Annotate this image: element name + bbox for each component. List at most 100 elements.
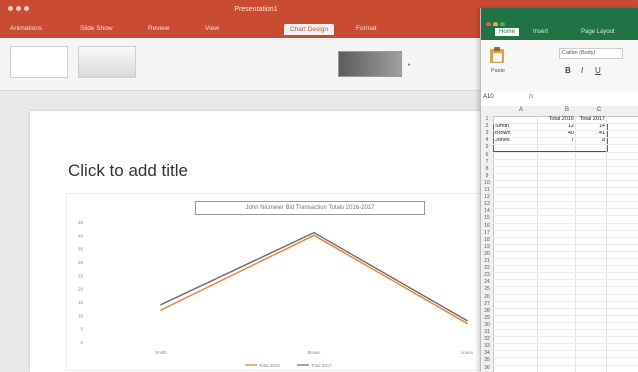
row-header-23[interactable]: 23 bbox=[481, 272, 493, 279]
row-header-18[interactable]: 18 bbox=[481, 237, 493, 244]
grid-row-line bbox=[493, 286, 638, 288]
chart-style-thumbnail[interactable] bbox=[338, 51, 402, 77]
series-line-1 bbox=[160, 234, 468, 324]
tab-slide-show[interactable]: Slide Show bbox=[80, 25, 113, 32]
row-header-21[interactable]: 21 bbox=[481, 258, 493, 265]
row-header-27[interactable]: 27 bbox=[481, 301, 493, 308]
row-header-35[interactable]: 35 bbox=[481, 357, 493, 364]
clipboard-icon[interactable] bbox=[489, 46, 505, 64]
row-header-17[interactable]: 17 bbox=[481, 230, 493, 237]
grid-row-line bbox=[493, 357, 638, 359]
slide-canvas[interactable]: Click to add title 45 40 35 30 25 20 15 10 5 0 Smi… bbox=[30, 111, 490, 372]
row-header-32[interactable]: 32 bbox=[481, 336, 493, 343]
y-tick-label: 40 bbox=[78, 233, 84, 238]
row-header-4[interactable]: 4 bbox=[481, 137, 493, 144]
tab-page-layout[interactable]: Page Layout bbox=[581, 29, 615, 35]
data-point bbox=[313, 231, 315, 234]
row-header-36[interactable]: 36 bbox=[481, 365, 493, 372]
row-header-25[interactable]: 25 bbox=[481, 286, 493, 293]
row-header-6[interactable]: 6 bbox=[481, 152, 493, 159]
y-tick-label: 0 bbox=[80, 340, 83, 345]
y-tick-label: 5 bbox=[80, 327, 83, 332]
row-header-29[interactable]: 29 bbox=[481, 315, 493, 322]
grid-row-line bbox=[493, 172, 638, 174]
row-header-14[interactable]: 14 bbox=[481, 208, 493, 215]
grid-row-line bbox=[493, 165, 638, 167]
x-tick-label: Brown bbox=[308, 350, 321, 355]
row-header-28[interactable]: 28 bbox=[481, 308, 493, 315]
row-header-31[interactable]: 31 bbox=[481, 329, 493, 336]
grid-row-line bbox=[493, 229, 638, 231]
row-header-16[interactable]: 16 bbox=[481, 223, 493, 230]
row-header-19[interactable]: 19 bbox=[481, 244, 493, 251]
row-header-1[interactable]: 1 bbox=[481, 116, 493, 123]
row-header-5[interactable]: 5 bbox=[481, 144, 493, 151]
chart-title[interactable]: John Nicmeier Bid Transaction Totals 201… bbox=[195, 201, 425, 215]
row-header-33[interactable]: 33 bbox=[481, 343, 493, 350]
tab-animations[interactable]: Animations bbox=[10, 25, 42, 32]
column-header-c[interactable]: C bbox=[589, 107, 609, 113]
cell-b1[interactable]: Total 2016 bbox=[539, 116, 574, 123]
row-header-2[interactable]: 2 bbox=[481, 123, 493, 130]
column-header-b[interactable]: B bbox=[557, 107, 577, 113]
series-line-2 bbox=[160, 231, 468, 322]
excel-ribbon: Paste Calibri (Body) B I U bbox=[481, 40, 638, 93]
row-header-7[interactable]: 7 bbox=[481, 159, 493, 166]
column-header-a[interactable]: A bbox=[511, 107, 531, 113]
formula-icon[interactable]: fx bbox=[529, 94, 534, 100]
paste-label: Paste bbox=[491, 68, 506, 74]
grid-row-line bbox=[493, 158, 638, 160]
slide-title-placeholder[interactable]: Click to add title bbox=[68, 161, 188, 181]
grid-row-line bbox=[493, 187, 638, 188]
cell-c1[interactable]: Total 2017 bbox=[577, 116, 605, 123]
row-header-12[interactable]: 12 bbox=[481, 194, 493, 201]
row-header-34[interactable]: 34 bbox=[481, 350, 493, 357]
grid-row-line bbox=[493, 243, 638, 245]
grid-row-line bbox=[493, 314, 638, 316]
tab-review[interactable]: Review bbox=[148, 25, 169, 32]
row-header-9[interactable]: 9 bbox=[481, 173, 493, 180]
x-tick-label: Jones bbox=[461, 350, 474, 355]
data-point bbox=[160, 309, 162, 311]
tab-format[interactable]: Format bbox=[356, 25, 377, 32]
y-tick-label: 10 bbox=[78, 313, 84, 318]
tab-home[interactable]: Home bbox=[495, 28, 520, 36]
line-chart[interactable]: 45 40 35 30 25 20 15 10 5 0 Smith Brown Jones Total 2… bbox=[66, 193, 483, 371]
x-tick-label: Smith bbox=[155, 350, 167, 355]
row-header-30[interactable]: 30 bbox=[481, 322, 493, 329]
bold-icon[interactable]: B bbox=[565, 66, 571, 75]
row-header-8[interactable]: 8 bbox=[481, 166, 493, 173]
font-name-select[interactable]: Calibri (Body) bbox=[559, 48, 623, 59]
name-box[interactable]: A10 bbox=[483, 94, 505, 103]
row-header-11[interactable]: 11 bbox=[481, 187, 493, 194]
underline-icon[interactable]: U bbox=[595, 66, 601, 75]
row-header-13[interactable]: 13 bbox=[481, 201, 493, 208]
tab-view[interactable]: View bbox=[205, 25, 219, 32]
data-point bbox=[313, 234, 315, 237]
grid-row-line bbox=[493, 300, 638, 302]
grid-row-line bbox=[493, 151, 638, 153]
row-header-20[interactable]: 20 bbox=[481, 251, 493, 258]
row-header-24[interactable]: 24 bbox=[481, 279, 493, 286]
row-header-22[interactable]: 22 bbox=[481, 265, 493, 272]
formula-bar: A10 fx bbox=[481, 92, 638, 107]
cell-a1[interactable] bbox=[495, 116, 535, 123]
grid-row-line bbox=[493, 222, 638, 224]
chart-layout-thumbnail[interactable] bbox=[10, 46, 68, 78]
row-header-3[interactable]: 3 bbox=[481, 130, 493, 137]
grid-row-line bbox=[493, 336, 638, 338]
ppt-window-title: Presentation1 bbox=[234, 6, 278, 13]
grid-row-line bbox=[493, 194, 638, 196]
chart-color-thumbnail[interactable] bbox=[78, 46, 136, 78]
italic-icon[interactable]: I bbox=[581, 66, 583, 75]
row-header-15[interactable]: 15 bbox=[481, 215, 493, 222]
spreadsheet-grid[interactable]: A B C 1 2 3 4 5 6 7 8 9 10 11 12 13 14 15 16 17 18 19 20 21 2… bbox=[481, 106, 638, 372]
tab-insert[interactable]: Insert bbox=[533, 29, 548, 35]
row-header-10[interactable]: 10 bbox=[481, 180, 493, 187]
grid-row-line bbox=[493, 343, 638, 345]
row-header-26[interactable]: 26 bbox=[481, 294, 493, 301]
tab-chart-design[interactable]: Chart Design bbox=[284, 24, 334, 35]
chevron-right-icon[interactable]: ▸ bbox=[408, 62, 411, 68]
data-point bbox=[466, 322, 468, 325]
window-controls[interactable] bbox=[8, 6, 32, 13]
